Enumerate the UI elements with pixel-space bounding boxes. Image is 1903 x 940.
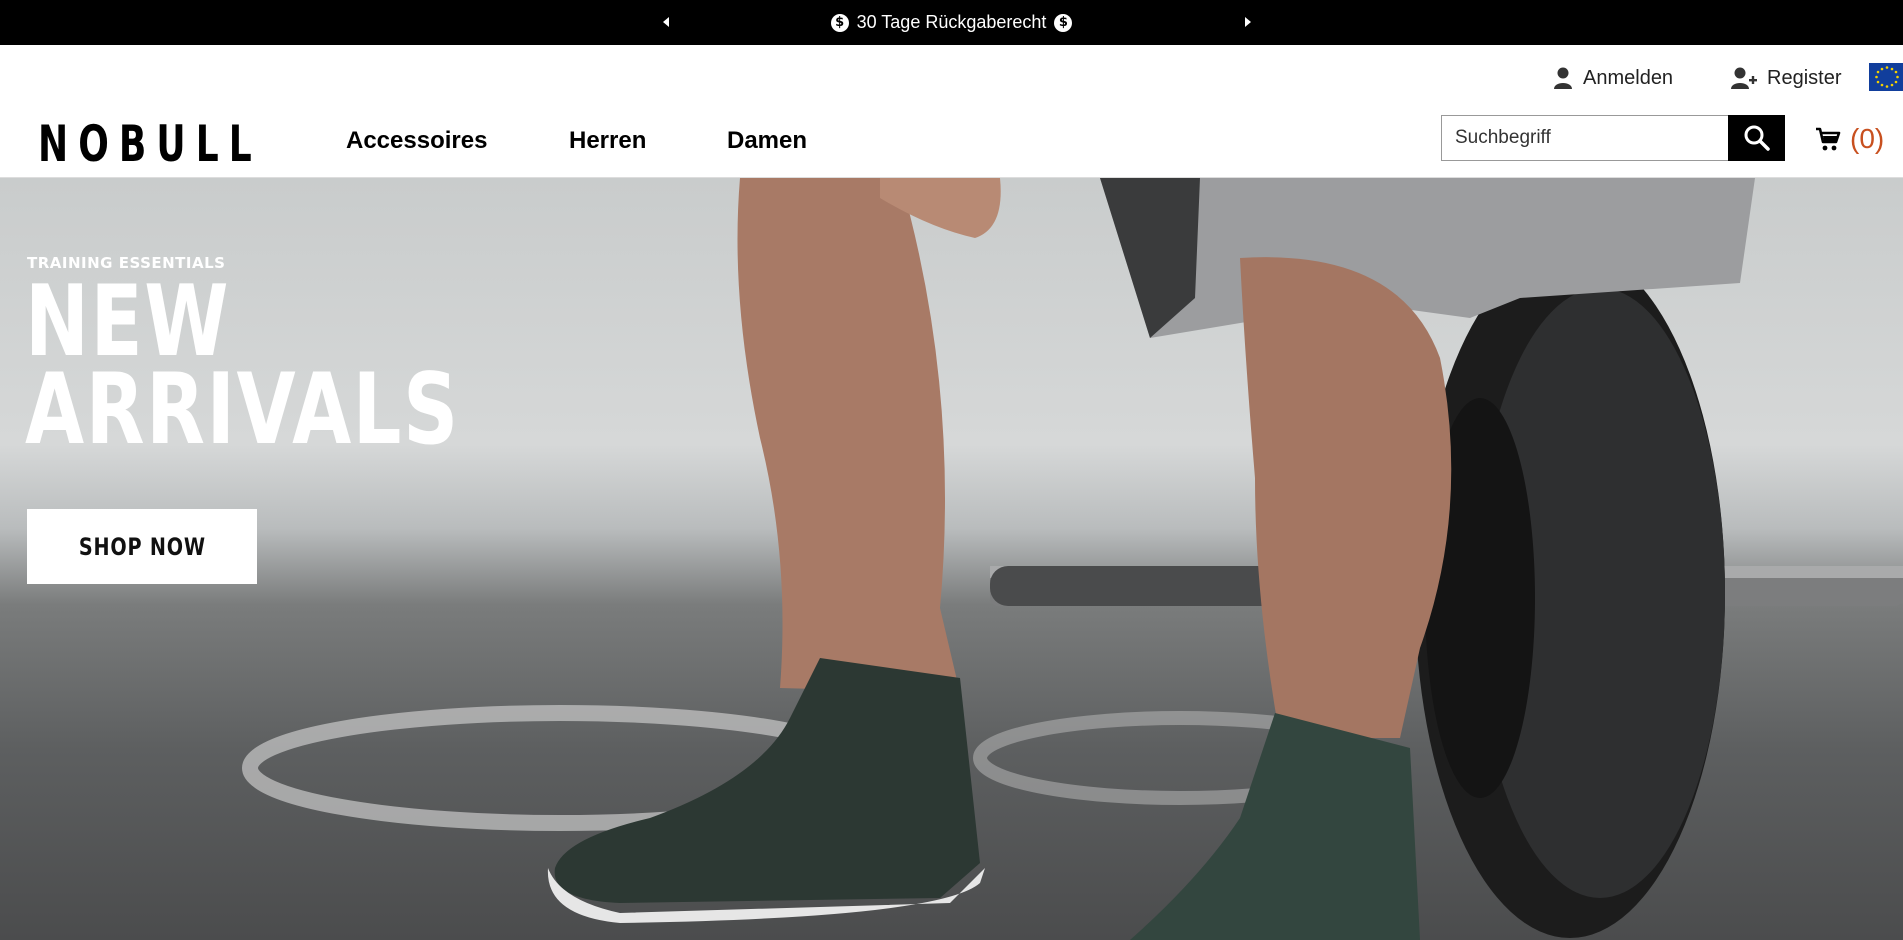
eu-flag-icon[interactable]	[1869, 63, 1903, 91]
cart-count: (0)	[1850, 123, 1885, 154]
logo-text: NOBULL	[38, 115, 262, 173]
search-icon	[1744, 125, 1770, 151]
search-button[interactable]	[1728, 115, 1785, 161]
hero-headline-line2: ARRIVALS	[25, 353, 460, 467]
shop-now-label: SHOP NOW	[78, 532, 206, 561]
nav-item-accessoires[interactable]: Accessoires	[346, 127, 569, 155]
register-link[interactable]: Register	[1731, 63, 1841, 93]
cart-icon	[1816, 127, 1841, 151]
site-header: Anmelden Register NOBULL Accessoires Her…	[0, 45, 1903, 178]
main-nav: Accessoires Herren Damen	[346, 127, 807, 155]
caret-right-icon[interactable]	[1237, 12, 1257, 32]
nav-item-herren[interactable]: Herren	[569, 127, 727, 155]
hero-headline: NEW ARRIVALS	[25, 273, 460, 467]
search-bar	[1441, 115, 1786, 161]
hero-banner: TRAINING ESSENTIALS NEW ARRIVALS SHOP NO…	[0, 178, 1903, 940]
register-label: Register	[1767, 66, 1842, 89]
user-icon	[1554, 67, 1572, 89]
login-label: Anmelden	[1583, 66, 1674, 89]
nav-item-damen[interactable]: Damen	[727, 127, 807, 155]
dollar-circle-icon: $	[830, 13, 849, 32]
announcement-text: 30 Tage Rückgaberecht	[856, 12, 1047, 32]
site-logo[interactable]: NOBULL	[38, 115, 349, 173]
user-plus-icon	[1731, 67, 1757, 89]
announcement-bar: $ 30 Tage Rückgaberecht $	[0, 0, 1903, 45]
login-link[interactable]: Anmelden	[1553, 63, 1673, 93]
cart-link[interactable]: (0)	[1814, 121, 1884, 157]
announcement-message: $ 30 Tage Rückgaberecht $	[0, 0, 1903, 45]
dollar-circle-icon: $	[1054, 13, 1073, 32]
shop-now-button[interactable]: SHOP NOW	[27, 509, 257, 584]
search-input[interactable]	[1441, 115, 1728, 161]
